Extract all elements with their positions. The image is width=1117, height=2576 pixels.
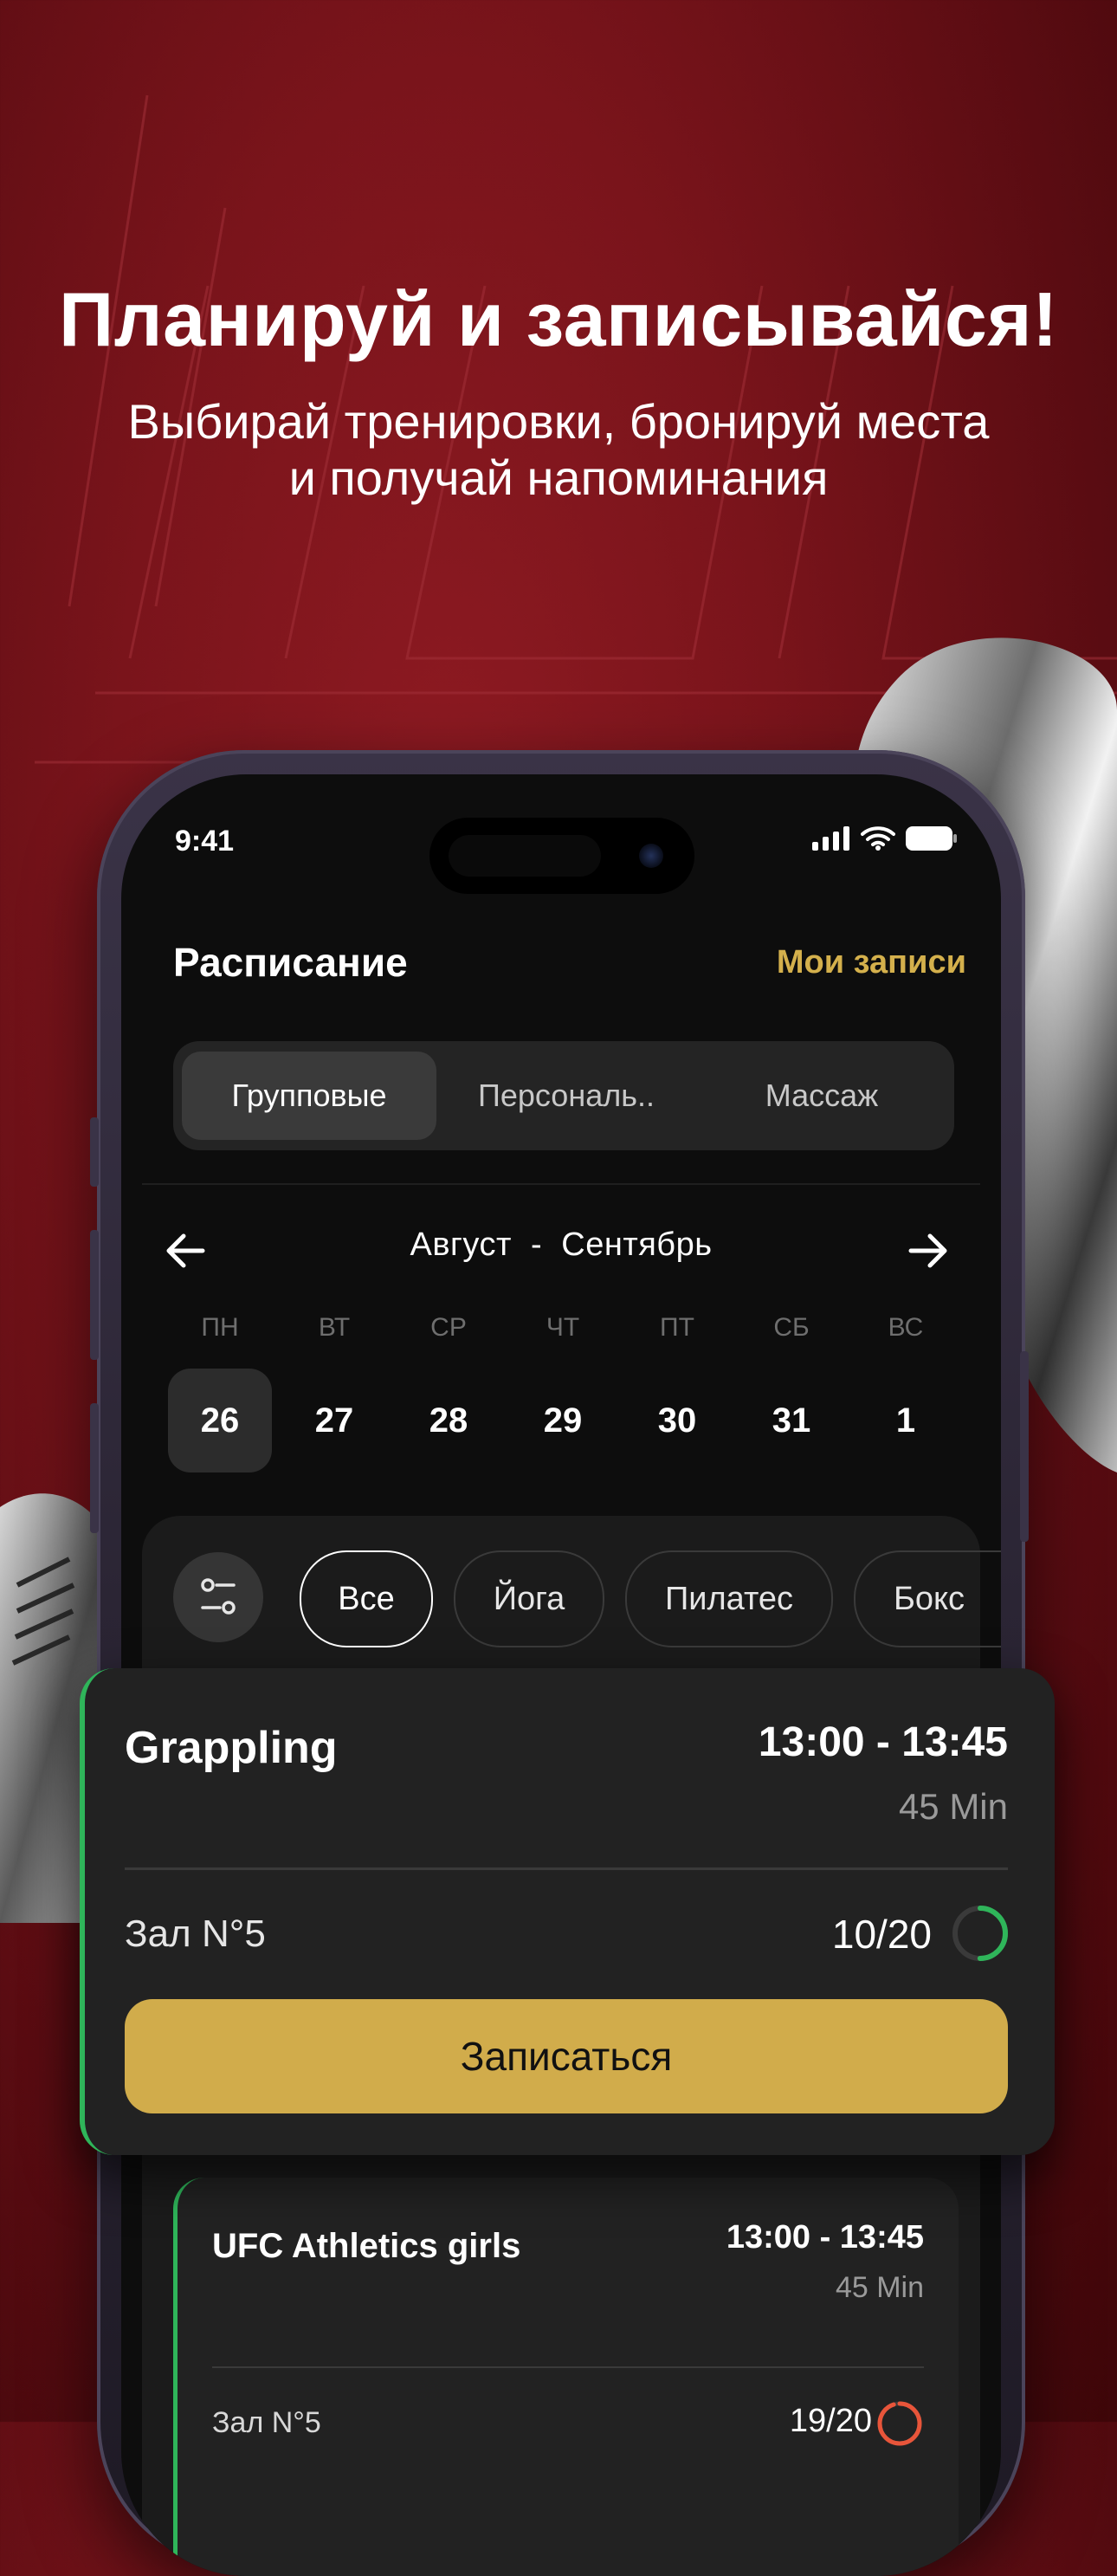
capacity-ring-icon (952, 1906, 1008, 1961)
month-range-separator: - (530, 1227, 543, 1263)
month-range-end: Сентябрь (561, 1227, 713, 1263)
sliders-icon (201, 1578, 236, 1615)
featured-class-card[interactable]: Grappling 13:00 - 13:45 45 Min Зал N°5 1… (80, 1668, 1055, 2155)
hero-subtitle: Выбирай тренировки, бронируй места и пол… (0, 394, 1117, 507)
camera-icon (639, 844, 663, 868)
filter-chip-boxing[interactable]: Бокс (854, 1550, 1001, 1647)
calendar-day[interactable]: 30 (625, 1369, 729, 1472)
status-icons (812, 826, 958, 851)
hero-title: Планируй и записывайся! (59, 276, 1058, 362)
tab-personal[interactable]: Персональ.. (436, 1052, 696, 1140)
my-records-link[interactable]: Мои записи (777, 944, 966, 981)
weekday-label: СБ (773, 1313, 810, 1342)
tab-group[interactable]: Групповые (182, 1052, 436, 1140)
class-time: 13:00 - 13:45 (726, 2219, 924, 2256)
weekday-label: ПН (201, 1313, 239, 1342)
weekday-label: ПТ (660, 1313, 694, 1342)
divider (125, 1867, 1008, 1870)
island-pill (449, 835, 601, 877)
hero-subtitle-line2: и получай напоминания (288, 450, 829, 505)
divider (142, 1183, 980, 1185)
book-button[interactable]: Записаться (125, 1999, 1008, 2113)
calendar-day[interactable]: 28 (397, 1369, 500, 1472)
filter-chip-yoga[interactable]: Йога (454, 1550, 604, 1647)
schedule-title: Расписание (173, 940, 408, 985)
class-room: Зал N°5 (212, 2406, 321, 2439)
tab-massage[interactable]: Массаж (696, 1052, 947, 1140)
wifi-icon (861, 826, 895, 851)
class-title: Grappling (125, 1723, 338, 1773)
calendar-day[interactable]: 1 (854, 1369, 958, 1472)
class-time: 13:00 - 13:45 (758, 1719, 1008, 1765)
weekday-label: ВТ (318, 1313, 351, 1342)
phone-side-button (90, 1117, 99, 1187)
calendar-day[interactable]: 31 (739, 1369, 843, 1472)
status-time: 9:41 (175, 825, 235, 858)
class-capacity: 10/20 (831, 1912, 932, 1957)
class-room: Зал N°5 (125, 1913, 266, 1955)
phone-side-button (90, 1230, 99, 1360)
class-card[interactable]: UFC Athletics girls 13:00 - 13:45 45 Min… (173, 2178, 959, 2576)
month-range-start: Август (410, 1227, 512, 1263)
class-duration: 45 Min (898, 1786, 1008, 1827)
signal-icon (812, 826, 849, 851)
phone-side-button (1020, 1351, 1029, 1542)
category-tabs: Групповые Персональ.. Массаж (173, 1041, 954, 1150)
class-duration: 45 Min (835, 2271, 924, 2304)
divider (212, 2366, 924, 2368)
filter-chip-all[interactable]: Все (300, 1550, 433, 1647)
month-range: Август - Сентябрь (121, 1227, 1001, 1264)
class-title: UFC Athletics girls (212, 2227, 521, 2265)
filter-settings-button[interactable] (173, 1552, 263, 1642)
next-month-arrow-icon[interactable] (902, 1225, 954, 1277)
calendar-day[interactable]: 27 (282, 1369, 386, 1472)
dynamic-island (429, 818, 694, 894)
battery-icon (906, 826, 957, 851)
phone-side-button (90, 1403, 99, 1533)
weekday-label: ЧТ (546, 1313, 580, 1342)
weekday-label: СР (430, 1313, 467, 1342)
weekday-label: ВС (888, 1313, 924, 1342)
capacity-ring-icon (877, 2401, 922, 2446)
hero-subtitle-line1: Выбирай тренировки, бронируй места (127, 394, 990, 449)
filter-chip-pilates[interactable]: Пилатес (625, 1550, 833, 1647)
calendar-day[interactable]: 29 (511, 1369, 615, 1472)
calendar-day-selected[interactable]: 26 (168, 1369, 272, 1472)
